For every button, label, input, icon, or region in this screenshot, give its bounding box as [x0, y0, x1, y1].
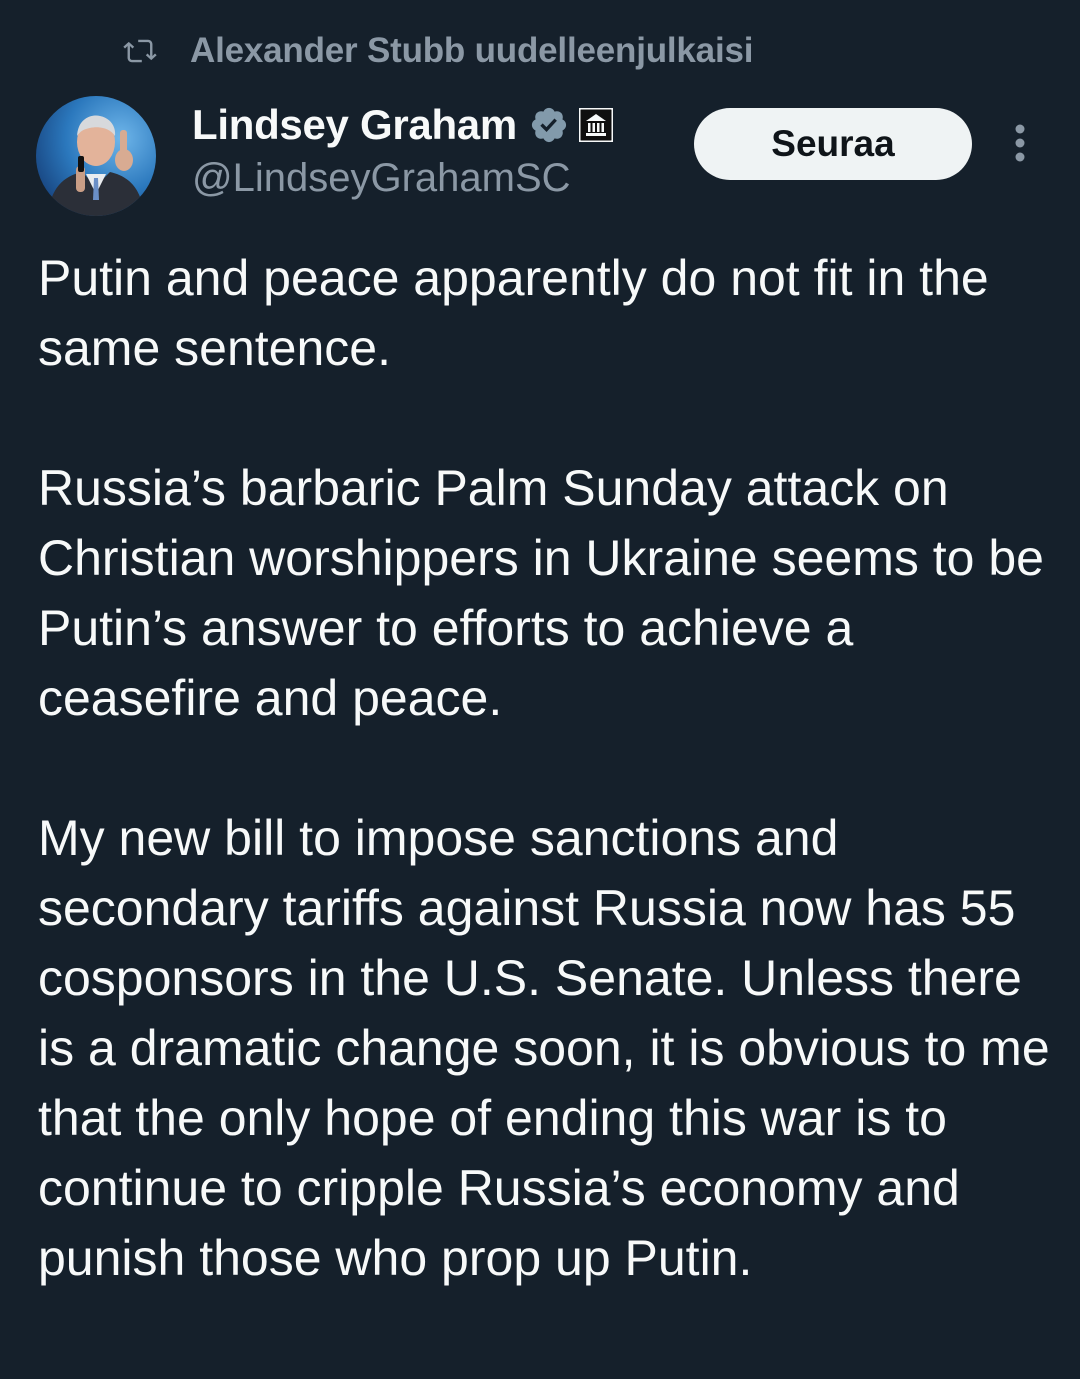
- tweet-paragraph: My new bill to impose sanctions and seco…: [38, 810, 1050, 1286]
- more-vertical-icon[interactable]: [1000, 118, 1040, 168]
- tweet-text: Putin and peace apparently do not fit in…: [38, 243, 1058, 1293]
- government-building-icon[interactable]: [578, 108, 613, 142]
- repost-context[interactable]: Alexander Stubb uudelleenjulkaisi: [120, 26, 753, 76]
- tweet-paragraph: Russia’s barbaric Palm Sunday attack on …: [38, 460, 1044, 726]
- follow-button[interactable]: Seuraa: [694, 108, 972, 180]
- repost-icon: [120, 31, 160, 71]
- author-display-name[interactable]: Lindsey Graham: [192, 101, 517, 149]
- author-handle[interactable]: @LindseyGrahamSC: [192, 156, 613, 201]
- repost-text: Alexander Stubb uudelleenjulkaisi: [190, 31, 754, 70]
- author-info[interactable]: Lindsey Graham @LindseyGrahamSC: [192, 96, 613, 201]
- author-avatar[interactable]: [36, 96, 156, 216]
- verified-badge-icon[interactable]: [529, 105, 569, 145]
- tweet-paragraph: Putin and peace apparently do not fit in…: [38, 250, 989, 376]
- author-name-row: Lindsey Graham: [192, 96, 613, 154]
